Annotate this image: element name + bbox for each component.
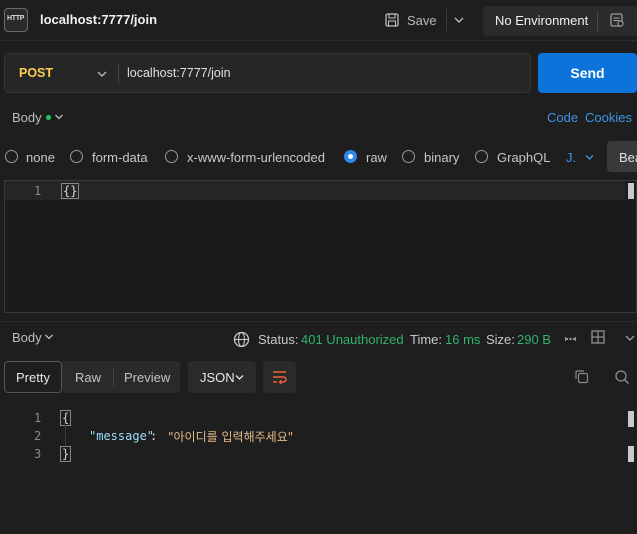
request-body-code[interactable]: {} <box>61 183 80 199</box>
time-value[interactable]: 16 ms <box>445 332 480 347</box>
indent-guide <box>65 425 66 447</box>
tab-pretty[interactable]: Pretty <box>4 361 62 393</box>
line-number: 2 <box>34 429 42 443</box>
pane-divider[interactable] <box>0 321 637 322</box>
radio-binary[interactable] <box>402 150 415 163</box>
status-label: Status: <box>258 332 299 347</box>
json-close-brace: } <box>60 446 72 462</box>
chevron-down-icon[interactable] <box>584 152 595 163</box>
scrollbar-thumb[interactable] <box>628 411 634 427</box>
environment-quick-look-icon[interactable] <box>609 12 625 28</box>
size-label: Size: <box>486 332 515 347</box>
radio-label-form-data[interactable]: form-data <box>92 150 148 165</box>
language-selector[interactable]: J. <box>566 150 576 165</box>
beautify-button[interactable]: Bea <box>607 141 637 172</box>
time-label: Time: <box>410 332 443 347</box>
active-line-highlight <box>5 181 625 200</box>
response-tab-body[interactable]: Body <box>12 330 42 345</box>
radio-label-binary[interactable]: binary <box>424 150 459 165</box>
divider <box>113 368 114 386</box>
divider <box>446 9 447 31</box>
save-button[interactable]: Save <box>407 13 437 28</box>
body-indicator-dot <box>46 115 51 120</box>
environment-label[interactable]: No Environment <box>495 13 588 28</box>
status-value[interactable]: 401 Unauthorized <box>301 332 404 347</box>
globe-icon[interactable] <box>233 331 250 348</box>
url-input[interactable]: localhost:7777/join <box>127 66 231 80</box>
radio-form-data[interactable] <box>70 150 83 163</box>
radio-none[interactable] <box>5 150 18 163</box>
line-number: 3 <box>34 447 42 461</box>
format-label[interactable]: JSON <box>200 370 235 385</box>
json-key: "message" <box>89 429 155 443</box>
json-value: "아이디를 입력해주세요" <box>168 430 294 444</box>
chevron-down-icon[interactable] <box>624 332 636 344</box>
chevron-down-icon[interactable] <box>54 112 64 122</box>
save-icon[interactable] <box>385 13 399 27</box>
layout-icon[interactable] <box>591 330 605 344</box>
tab-raw[interactable]: Raw <box>75 370 101 385</box>
divider <box>118 63 119 83</box>
radio-raw[interactable] <box>344 150 357 163</box>
http-request-icon: HTTP <box>4 8 28 32</box>
radio-label-none[interactable]: none <box>26 150 55 165</box>
chevron-down-icon[interactable] <box>96 68 108 80</box>
chevron-down-icon[interactable] <box>234 372 245 383</box>
request-title[interactable]: localhost:7777/join <box>40 12 157 27</box>
json-open-brace: { <box>60 410 72 426</box>
radio-x-www-form-urlencoded[interactable] <box>165 150 178 163</box>
radio-label-x-www-form-urlencoded[interactable]: x-www-form-urlencoded <box>187 150 325 165</box>
line-number: 1 <box>34 184 42 198</box>
copy-icon[interactable] <box>574 369 589 384</box>
wrap-lines-icon[interactable] <box>271 369 288 385</box>
size-value[interactable]: 290 B <box>517 332 551 347</box>
radio-graphql[interactable] <box>475 150 488 163</box>
scrollbar-thumb[interactable] <box>628 446 634 462</box>
json-colon: : <box>150 429 158 443</box>
send-button[interactable]: Send <box>538 53 637 93</box>
more-options-icon[interactable] <box>565 334 576 344</box>
code-link[interactable]: Code <box>547 110 578 125</box>
chevron-down-icon[interactable] <box>44 332 54 342</box>
method-selector[interactable]: POST <box>19 66 53 80</box>
scrollbar-thumb[interactable] <box>628 183 634 199</box>
radio-label-raw[interactable]: raw <box>366 150 387 165</box>
radio-label-graphql[interactable]: GraphQL <box>497 150 550 165</box>
chevron-down-icon[interactable] <box>453 14 465 26</box>
url-bar <box>4 53 531 93</box>
tab-preview[interactable]: Preview <box>124 370 170 385</box>
tab-body[interactable]: Body <box>12 110 42 125</box>
cookies-link[interactable]: Cookies <box>585 110 632 125</box>
divider <box>597 11 598 31</box>
line-number: 1 <box>34 411 42 425</box>
search-icon[interactable] <box>614 369 630 385</box>
